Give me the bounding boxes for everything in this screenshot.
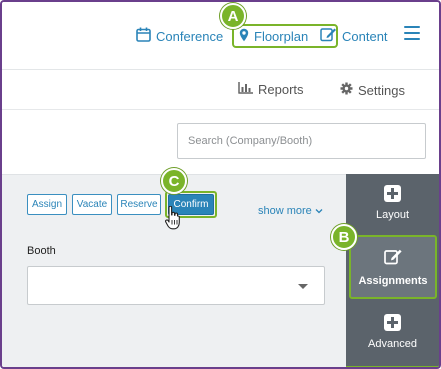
edit-icon [320, 27, 342, 45]
hamburger-menu-icon[interactable] [404, 26, 420, 40]
settings-label: Settings [358, 82, 405, 98]
reserve-button[interactable]: Reserve [117, 194, 161, 215]
caret-down-icon [298, 284, 308, 289]
search-input[interactable] [177, 123, 426, 159]
hand-pointer-cursor-icon [165, 205, 181, 235]
callout-badge-a: A [220, 3, 246, 29]
sidebar-item-layout[interactable]: Layout [346, 174, 439, 232]
sidebar-item-label: Assignments [358, 274, 428, 287]
edit-icon [383, 248, 403, 268]
plus-square-icon [384, 185, 401, 202]
booth-label: Booth [27, 245, 56, 257]
chevron-down-icon [312, 205, 323, 217]
nav-conference-label: Conference [156, 28, 224, 44]
map-marker-icon [239, 28, 254, 45]
secondary-navigation: Reports Settings [2, 70, 439, 110]
nav-content-label: Content [342, 28, 388, 44]
reports-link[interactable]: Reports [238, 82, 304, 97]
sidebar-item-label: Advanced [368, 338, 417, 350]
sidebar-item-advanced[interactable]: Advanced [346, 300, 439, 364]
show-more-label: show more [258, 205, 312, 217]
sidebar-item-label: Layout [375, 209, 410, 221]
app-frame: Conference Floorplan Content Reports Set… [0, 0, 441, 369]
gear-icon [340, 82, 358, 98]
callout-badge-b: B [331, 224, 357, 250]
vacate-button[interactable]: Vacate [72, 194, 112, 215]
calendar-icon [136, 27, 156, 45]
show-more-link[interactable]: show more [258, 205, 323, 217]
nav-conference[interactable]: Conference [136, 24, 223, 48]
settings-link[interactable]: Settings [340, 82, 405, 98]
bar-chart-icon [238, 82, 258, 97]
assign-button[interactable]: Assign [27, 194, 67, 215]
nav-content[interactable]: Content [320, 24, 388, 48]
sidebar-item-assignments[interactable]: Assignments [349, 235, 437, 299]
plus-square-icon [384, 314, 401, 331]
nav-floorplan-label: Floorplan [254, 28, 309, 44]
booth-select[interactable] [27, 266, 325, 305]
callout-badge-c: C [161, 168, 187, 194]
reports-label: Reports [258, 82, 304, 97]
